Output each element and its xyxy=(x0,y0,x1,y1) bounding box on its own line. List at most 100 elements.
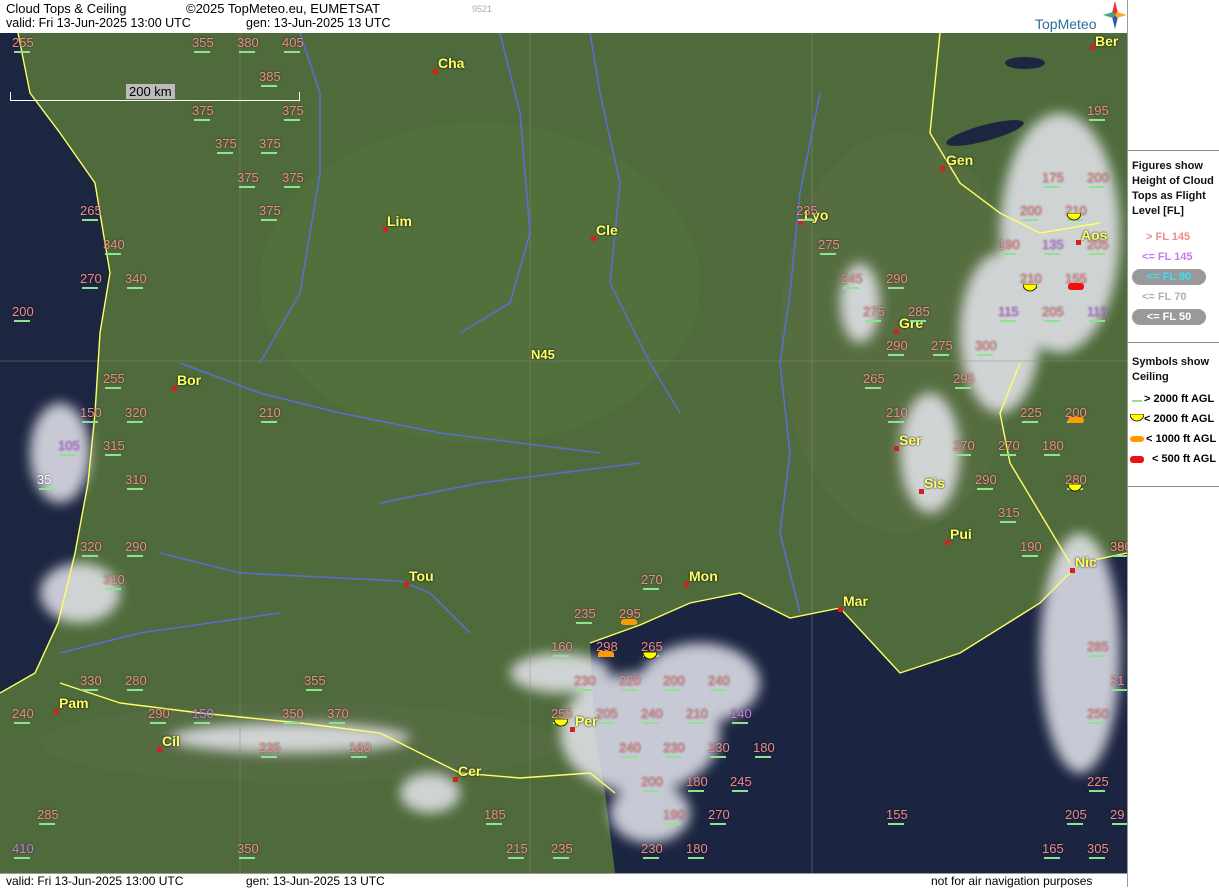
yellow-semicircle-icon xyxy=(1130,414,1144,422)
cloud-top-label: 290 xyxy=(975,472,997,487)
cloud-top-label: 340 xyxy=(103,237,125,252)
city-label: Ser xyxy=(899,432,922,448)
ceiling-green-line-icon xyxy=(150,722,166,724)
cloud-top-label: 115 xyxy=(998,304,1019,319)
legend-divider xyxy=(1128,342,1219,343)
map-title: Cloud Tops & Ceiling xyxy=(6,1,127,16)
cloud-top-label: 135 xyxy=(1042,237,1064,252)
ceiling-green-line-icon xyxy=(1000,521,1016,523)
cloud-top-label: 160 xyxy=(551,639,573,654)
ceiling-green-line-icon xyxy=(1089,722,1105,724)
cloud-top-label: 240 xyxy=(641,706,663,721)
ceiling-green-line-icon xyxy=(688,722,704,724)
ceiling-green-line-icon xyxy=(576,689,592,691)
yellow-semicircle-icon xyxy=(1067,213,1081,221)
ceiling-green-line-icon xyxy=(351,756,367,758)
cloud-top-label: 235 xyxy=(259,740,281,755)
ceiling-green-line-icon xyxy=(284,51,300,53)
ceiling-green-line-icon xyxy=(621,689,637,691)
satellite-map[interactable]: 200 km N45 Cha Ber Gen Lim Cle Lyo Aos G… xyxy=(0,33,1127,873)
cloud-top-label: 320 xyxy=(80,539,102,554)
ceiling-green-line-icon xyxy=(82,219,98,221)
cloud-top-label: 200 xyxy=(12,304,34,319)
ceiling-green-line-icon xyxy=(1022,555,1038,557)
yellow-semicircle-icon xyxy=(1023,284,1037,292)
legend-title-line: Symbols show xyxy=(1132,356,1210,368)
yellow-semicircle-icon xyxy=(643,652,657,660)
ceiling-green-line-icon xyxy=(261,85,277,87)
legend-title-line: Tops as Flight xyxy=(1132,190,1206,202)
cloud-top-label: 270 xyxy=(80,271,102,286)
cloud-top-label: 200 xyxy=(663,673,685,688)
ceiling-green-line-icon xyxy=(1089,320,1105,322)
cloud-top-label: 275 xyxy=(818,237,840,252)
cloud-top-label: 350 xyxy=(237,841,259,856)
ceiling-green-line-icon xyxy=(1112,689,1127,691)
cloud-top-label: 185 xyxy=(484,807,506,822)
ceiling-green-line-icon xyxy=(284,119,300,121)
ceiling-green-line-icon xyxy=(955,454,971,456)
cloud-top-label: 210 xyxy=(259,405,281,420)
city-label: Pam xyxy=(59,695,89,711)
cloud-top-label: 220 xyxy=(619,673,641,688)
cloud-top-label: 240 xyxy=(708,673,730,688)
cloud-top-label: 190 xyxy=(1020,539,1042,554)
ceiling-green-line-icon xyxy=(284,186,300,188)
legend-title-line: Figures show xyxy=(1132,160,1203,172)
ceiling-green-line-icon xyxy=(933,354,949,356)
cloud-top-label: 295 xyxy=(953,371,975,386)
cloud-top-label: 225 xyxy=(1020,405,1042,420)
city-label: Nic xyxy=(1075,554,1097,570)
city-label: Cha xyxy=(438,55,465,71)
ceiling-green-line-icon xyxy=(306,689,322,691)
legend-fl-145: <= FL 145 xyxy=(1142,251,1193,263)
ceiling-green-line-icon xyxy=(888,354,904,356)
ceiling-green-line-icon xyxy=(1112,555,1127,557)
ceiling-green-line-icon xyxy=(194,722,210,724)
cloud-top-label: 160 xyxy=(349,740,371,755)
cloud-top-label: 290 xyxy=(886,271,908,286)
cloud-top-label: 195 xyxy=(1087,103,1109,118)
cloud-top-label: 230 xyxy=(641,841,663,856)
ceiling-green-line-icon xyxy=(82,287,98,289)
cloud-top-label: 215 xyxy=(506,841,528,856)
cloud-top-label: 165 xyxy=(1042,841,1064,856)
header-bar: Cloud Tops & Ceiling ©2025 TopMeteo.eu, … xyxy=(0,0,1127,34)
cloud-top-label: 180 xyxy=(1042,438,1064,453)
generated-time: gen: 13-Jun-2025 13 UTC xyxy=(246,16,391,30)
ceiling-green-line-icon xyxy=(1044,253,1060,255)
ceiling-green-line-icon xyxy=(105,454,121,456)
city-label: Ber xyxy=(1095,33,1119,49)
cloud-top-label: 230 xyxy=(574,673,596,688)
ceiling-green-line-icon xyxy=(82,689,98,691)
green-line-icon xyxy=(1132,400,1142,402)
ceiling-green-line-icon xyxy=(888,421,904,423)
ceiling-green-line-icon xyxy=(598,722,614,724)
ceiling-green-line-icon xyxy=(888,287,904,289)
ceiling-green-line-icon xyxy=(82,421,98,423)
cloud-top-label: 180 xyxy=(753,740,775,755)
cloud-top-label: 285 xyxy=(37,807,59,822)
ceiling-green-line-icon xyxy=(261,421,277,423)
cloud-top-label: 205 xyxy=(1087,237,1109,252)
ceiling-green-line-icon xyxy=(261,152,277,154)
cloud-top-label: 355 xyxy=(192,35,214,50)
ceiling-green-line-icon xyxy=(732,722,748,724)
legend-fl-above-145: > FL 145 xyxy=(1146,231,1191,243)
cloud-top-label: 310 xyxy=(125,472,147,487)
cloud-top-label: 315 xyxy=(103,438,125,453)
legend-fl-90: <= FL 90 xyxy=(1132,269,1206,285)
footer-bar: valid: Fri 13-Jun-2025 13:00 UTC gen: 13… xyxy=(0,873,1127,888)
cloud-top-label: 150 xyxy=(80,405,102,420)
symbols-legend-title: Symbols show Ceiling xyxy=(1132,355,1209,385)
city-label: Mon xyxy=(689,568,718,584)
ceiling-green-line-icon xyxy=(1112,823,1127,825)
orange-bar-icon xyxy=(621,619,637,625)
cloud-top-label: 355 xyxy=(304,673,326,688)
cloud-top-label: 105 xyxy=(58,438,80,453)
scale-label: 200 km xyxy=(126,84,175,99)
city-label: Per xyxy=(575,713,598,729)
legend-ceiling-2000-plus: > 2000 ft AGL xyxy=(1144,393,1215,405)
cloud-top-label: 265 xyxy=(863,371,885,386)
yellow-semicircle-icon xyxy=(1068,484,1082,492)
